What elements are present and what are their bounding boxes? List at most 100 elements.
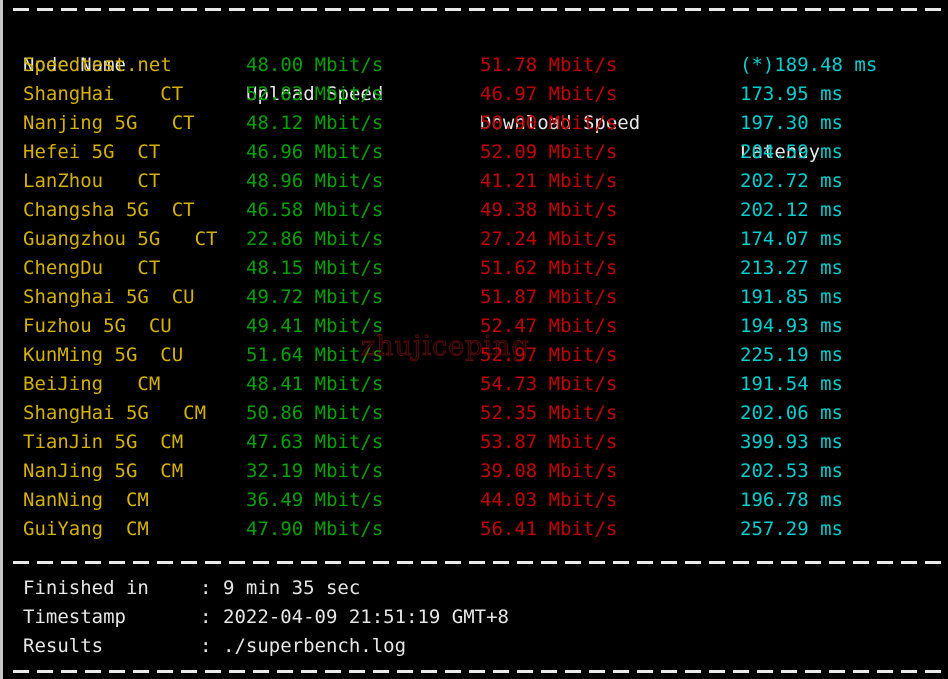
cell-node-name: Fuzhou 5G CU <box>23 315 172 337</box>
cell-upload-speed: 48.12 Mbit/s <box>246 112 384 134</box>
summary-colon: : <box>200 606 212 628</box>
cell-latency: 202.12 ms <box>740 199 843 221</box>
cell-node-name: NanJing 5G CM <box>23 460 184 482</box>
separator-top <box>13 8 943 11</box>
cell-latency: 174.07 ms <box>740 228 843 250</box>
cell-latency: 196.78 ms <box>740 489 843 511</box>
cell-node-name: Hefei 5G CT <box>23 141 161 163</box>
cell-node-name: Nanjing 5G CT <box>23 112 195 134</box>
cell-upload-speed: 36.49 Mbit/s <box>246 489 384 511</box>
cell-upload-speed: 52.83 Mbit/s <box>246 83 384 105</box>
cell-download-speed: 41.21 Mbit/s <box>480 170 618 192</box>
table-header-row: Node Name Upload Speed Download Speed La… <box>3 22 948 163</box>
cell-upload-speed: 46.96 Mbit/s <box>246 141 384 163</box>
cell-node-name: ShangHai 5G CM <box>23 402 207 424</box>
cell-node-name: TianJin 5G CM <box>23 431 184 453</box>
cell-upload-speed: 51.64 Mbit/s <box>246 344 384 366</box>
summary-label: Timestamp <box>23 606 126 628</box>
cell-latency: 197.30 ms <box>740 112 843 134</box>
summary-value: 9 min 35 sec <box>223 577 361 599</box>
cell-node-name: Speedtest.net <box>23 54 172 76</box>
table-row: Nanjing 5G CT 48.12 Mbit/s 50.90 Mbit/s 197… <box>3 109 948 138</box>
cell-download-speed: 52.47 Mbit/s <box>480 315 618 337</box>
terminal-window: Node Name Upload Speed Download Speed La… <box>0 0 948 679</box>
cell-download-speed: 56.41 Mbit/s <box>480 518 618 540</box>
cell-upload-speed: 22.86 Mbit/s <box>246 228 384 250</box>
cell-node-name: BeiJing CM <box>23 373 161 395</box>
cell-node-name: ShangHai CT <box>23 83 184 105</box>
dashed-line <box>13 561 943 564</box>
table-row: TianJin 5G CM 47.63 Mbit/s 53.87 Mbit/s 399… <box>3 428 948 457</box>
cell-latency: (*)189.48 ms <box>740 54 878 76</box>
table-row: BeiJing CM 48.41 Mbit/s 54.73 Mbit/s 191.54… <box>3 370 948 399</box>
table-row: Changsha 5G CT 46.58 Mbit/s 49.38 Mbit/s 20… <box>3 196 948 225</box>
cell-download-speed: 53.87 Mbit/s <box>480 431 618 453</box>
cell-node-name: Guangzhou 5G CT <box>23 228 218 250</box>
table-row: LanZhou CT 48.96 Mbit/s 41.21 Mbit/s 202.72… <box>3 167 948 196</box>
cell-download-speed: 39.08 Mbit/s <box>480 460 618 482</box>
cell-upload-speed: 50.86 Mbit/s <box>246 402 384 424</box>
cell-latency: 191.85 ms <box>740 286 843 308</box>
cell-download-speed: 49.38 Mbit/s <box>480 199 618 221</box>
cell-upload-speed: 47.63 Mbit/s <box>246 431 384 453</box>
table-row: Fuzhou 5G CU 49.41 Mbit/s 52.47 Mbit/s 194.… <box>3 312 948 341</box>
summary-results: Results: ./superbench.log <box>3 632 948 661</box>
table-row: ShangHai CT 52.83 Mbit/s 46.97 Mbit/s 173.9… <box>3 80 948 109</box>
cell-latency: 202.72 ms <box>740 170 843 192</box>
cell-upload-speed: 49.41 Mbit/s <box>246 315 384 337</box>
table-row: NanNing CM 36.49 Mbit/s 44.03 Mbit/s 196.78… <box>3 486 948 515</box>
cell-upload-speed: 47.90 Mbit/s <box>246 518 384 540</box>
cell-latency: 225.19 ms <box>740 344 843 366</box>
cell-download-speed: 51.62 Mbit/s <box>480 257 618 279</box>
summary-colon: : <box>200 577 212 599</box>
cell-node-name: Shanghai 5G CU <box>23 286 195 308</box>
summary-finished-in: Finished in:9 min 35 sec <box>3 574 948 603</box>
table-row: Shanghai 5G CU 49.72 Mbit/s 51.87 Mbit/s 19… <box>3 283 948 312</box>
table-row: Speedtest.net 48.00 Mbit/s 51.78 Mbit/s (*)… <box>3 51 948 80</box>
summary-value: ./superbench.log <box>223 635 407 657</box>
cell-latency: 213.27 ms <box>740 257 843 279</box>
summary-colon: : <box>200 635 212 657</box>
cell-node-name: ChengDu CT <box>23 257 161 279</box>
cell-upload-speed: 48.00 Mbit/s <box>246 54 384 76</box>
cell-upload-speed: 46.58 Mbit/s <box>246 199 384 221</box>
cell-download-speed: 27.24 Mbit/s <box>480 228 618 250</box>
cell-node-name: NanNing CM <box>23 489 149 511</box>
cell-node-name: Changsha 5G CT <box>23 199 195 221</box>
cell-latency: 399.93 ms <box>740 431 843 453</box>
summary-label: Results <box>23 635 104 657</box>
cell-download-speed: 52.97 Mbit/s <box>480 344 618 366</box>
cell-latency: 173.95 ms <box>740 83 843 105</box>
separator-middle <box>13 561 943 564</box>
cell-latency: 194.93 ms <box>740 315 843 337</box>
cell-latency: 204.59 ms <box>740 141 843 163</box>
dashed-line <box>13 670 943 673</box>
summary-label: Finished in <box>23 577 149 599</box>
table-row: ChengDu CT 48.15 Mbit/s 51.62 Mbit/s 213.27… <box>3 254 948 283</box>
cell-latency: 202.06 ms <box>740 402 843 424</box>
cell-upload-speed: 49.72 Mbit/s <box>246 286 384 308</box>
table-row: KunMing 5G CU 51.64 Mbit/s 52.97 Mbit/s 225… <box>3 341 948 370</box>
cell-latency: 202.53 ms <box>740 460 843 482</box>
cell-latency: 191.54 ms <box>740 373 843 395</box>
cell-node-name: LanZhou CT <box>23 170 161 192</box>
cell-upload-speed: 48.15 Mbit/s <box>246 257 384 279</box>
cell-node-name: GuiYang CM <box>23 518 149 540</box>
table-row: ShangHai 5G CM 50.86 Mbit/s 52.35 Mbit/s 20… <box>3 399 948 428</box>
cell-download-speed: 54.73 Mbit/s <box>480 373 618 395</box>
cell-download-speed: 46.97 Mbit/s <box>480 83 618 105</box>
table-row: NanJing 5G CM 32.19 Mbit/s 39.08 Mbit/s 202… <box>3 457 948 486</box>
cell-upload-speed: 48.41 Mbit/s <box>246 373 384 395</box>
cell-download-speed: 51.78 Mbit/s <box>480 54 618 76</box>
dashed-line <box>13 8 943 11</box>
summary-timestamp: Timestamp:2022-04-09 21:51:19 GMT+8 <box>3 603 948 632</box>
cell-download-speed: 52.35 Mbit/s <box>480 402 618 424</box>
cell-download-speed: 44.03 Mbit/s <box>480 489 618 511</box>
cell-latency: 257.29 ms <box>740 518 843 540</box>
cell-node-name: KunMing 5G CU <box>23 344 184 366</box>
table-row: GuiYang CM 47.90 Mbit/s 56.41 Mbit/s 257.29… <box>3 515 948 544</box>
separator-bottom <box>13 670 943 673</box>
cell-upload-speed: 48.96 Mbit/s <box>246 170 384 192</box>
cell-upload-speed: 32.19 Mbit/s <box>246 460 384 482</box>
summary-value: 2022-04-09 21:51:19 GMT+8 <box>223 606 509 628</box>
